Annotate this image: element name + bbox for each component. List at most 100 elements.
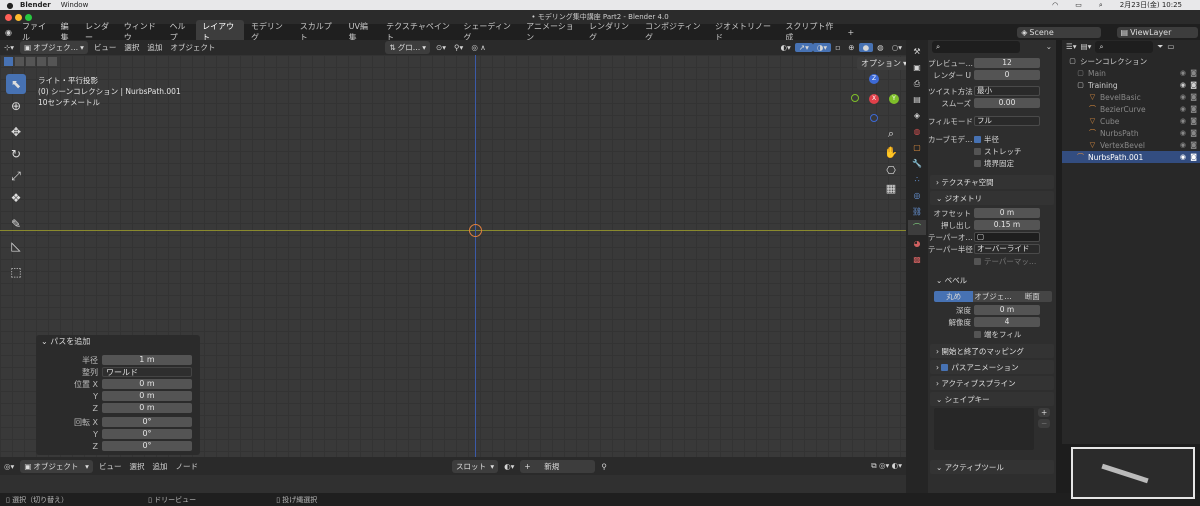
mac-app-name[interactable]: Blender xyxy=(20,1,51,9)
rotation-y-field[interactable]: 0° xyxy=(102,429,192,439)
bottom-menu-select[interactable]: 選択 xyxy=(125,461,148,472)
start-end-mapping-panel[interactable]: › 開始と終了のマッピング xyxy=(930,344,1054,358)
modifier-tab-icon[interactable]: 🔧 xyxy=(908,156,926,171)
active-spline-panel[interactable]: › アクティブスプライン xyxy=(930,376,1054,390)
outliner-search-input[interactable]: ⌕ xyxy=(1095,40,1154,53)
select-invert-icon[interactable] xyxy=(37,57,46,66)
render-tab-icon[interactable]: ▣ xyxy=(908,60,926,75)
physics-tab-icon[interactable]: ◎ xyxy=(908,188,926,203)
slot-dropdown[interactable]: スロット ▾ xyxy=(451,459,499,473)
scene-selector[interactable]: ◈ Scene xyxy=(1017,26,1101,38)
gizmo-toggle-icon[interactable]: ↗▾ xyxy=(794,43,813,52)
outliner-row-scene-collection[interactable]: ▢ シーンコレクション xyxy=(1062,55,1200,67)
eye-icon[interactable]: ◉ xyxy=(1180,129,1186,137)
world-tab-icon[interactable]: ◍ xyxy=(908,124,926,139)
offset-field[interactable]: 0 m xyxy=(974,208,1040,218)
transform-orientation-dropdown[interactable]: ⇅ グロ… ▾ xyxy=(385,41,430,54)
object-tab-icon[interactable]: ▢ xyxy=(908,140,926,155)
overlay-toggle-icon[interactable]: ◑▾ xyxy=(812,43,832,52)
bottom-mode-dropdown[interactable]: ▣ オブジェクト ▾ xyxy=(20,459,93,473)
remove-shape-key-icon[interactable]: − xyxy=(1038,419,1051,428)
taper-map-checkbox[interactable]: テーパーマッ… xyxy=(974,256,1036,267)
select-extend-icon[interactable] xyxy=(15,57,24,66)
add-workspace-icon[interactable]: + xyxy=(843,28,860,37)
extrude-field[interactable]: 0.15 m xyxy=(974,220,1040,230)
visibility-icon[interactable]: ◐▾ xyxy=(777,43,795,52)
3d-cursor-icon[interactable] xyxy=(469,224,482,237)
select-box-tool-icon[interactable]: ⬉ xyxy=(6,74,26,94)
eye-icon[interactable]: ◉ xyxy=(1180,105,1186,113)
outliner-row-training[interactable]: ▢ Training ◉ ◙ xyxy=(1062,79,1200,91)
select-intersect-icon[interactable] xyxy=(48,57,57,66)
menu-select[interactable]: 選択 xyxy=(120,42,143,53)
gizmo-neg-y[interactable] xyxy=(851,94,859,102)
fill-caps-checkbox[interactable]: 端をフィル xyxy=(974,329,1021,340)
close-window-button[interactable] xyxy=(5,14,12,21)
menu-add[interactable]: 追加 xyxy=(143,42,166,53)
viewlayer-selector[interactable]: ▤ ViewLayer xyxy=(1116,26,1199,38)
material-browse-icon[interactable]: ◐▾ xyxy=(500,462,518,471)
transform-tool-icon[interactable]: ❖ xyxy=(6,188,26,208)
scale-tool-icon[interactable]: ⤢ xyxy=(6,166,26,186)
wifi-icon[interactable]: ◠ xyxy=(1052,1,1058,9)
shader-editor-area[interactable] xyxy=(0,475,906,493)
particles-tab-icon[interactable]: ∴ xyxy=(908,172,926,187)
data-tab-icon[interactable]: ⌒ xyxy=(908,220,926,235)
operator-panel-header[interactable]: ⌄ パスを追加 xyxy=(36,335,200,348)
taper-object-field[interactable]: ▢ xyxy=(974,232,1040,242)
mode-dropdown[interactable]: ▣ オブジェク… ▾ xyxy=(20,41,88,54)
material-tab-icon[interactable]: ◕ xyxy=(908,236,926,251)
properties-search-input[interactable]: ⌕ xyxy=(932,40,1020,53)
radius-checkbox[interactable]: 半径 xyxy=(974,134,999,145)
constraints-tab-icon[interactable]: ⛓ xyxy=(908,204,926,219)
blender-logo-icon[interactable]: ◉ xyxy=(0,28,17,37)
taper-radius-dropdown[interactable]: オーバーライド xyxy=(974,244,1040,254)
solid-shading-icon[interactable]: ● xyxy=(858,43,874,52)
camera-icon[interactable]: ◙ xyxy=(1190,153,1197,161)
tool-tab-icon[interactable]: ⚒ xyxy=(908,44,926,59)
output-tab-icon[interactable]: ⎙ xyxy=(908,76,926,91)
outliner-row-nurbspath[interactable]: ⌒ NurbsPath ◉ ◙ xyxy=(1062,127,1200,139)
move-tool-icon[interactable]: ✥ xyxy=(6,122,26,142)
camera-icon[interactable]: ◙ xyxy=(1190,69,1197,77)
grid-ortho-icon[interactable]: ▦ xyxy=(884,181,898,195)
cursor-tool-icon[interactable]: ⊕ xyxy=(6,96,26,116)
eye-icon[interactable]: ◉ xyxy=(1180,153,1186,161)
location-y-field[interactable]: 0 m xyxy=(102,391,192,401)
eye-icon[interactable]: ◉ xyxy=(1180,141,1186,149)
eye-icon[interactable]: ◉ xyxy=(1180,93,1186,101)
shape-keys-list[interactable] xyxy=(934,408,1034,450)
rotate-tool-icon[interactable]: ↻ xyxy=(6,144,26,164)
outliner-row-vertexbevel[interactable]: ▽ VertexBevel ◉ ◙ xyxy=(1062,139,1200,151)
wireframe-shading-icon[interactable]: ⊕ xyxy=(844,43,858,52)
mac-window-menu[interactable]: Window xyxy=(61,1,89,9)
eye-icon[interactable]: ◉ xyxy=(1180,81,1186,89)
bevel-profile-tab[interactable]: 断面 xyxy=(1012,291,1052,302)
snap-icon[interactable]: ⚲▾ xyxy=(450,43,467,52)
align-dropdown[interactable]: ワールド xyxy=(102,367,192,377)
camera-icon[interactable]: ◙ xyxy=(1190,129,1197,137)
path-animation-panel[interactable]: › パスアニメーション xyxy=(930,360,1054,374)
bounds-clamp-checkbox[interactable]: 境界固定 xyxy=(974,158,1014,169)
twist-method-dropdown[interactable]: 最小 xyxy=(974,86,1040,96)
bevel-round-tab[interactable]: 丸め xyxy=(934,291,974,302)
annotate-tool-icon[interactable]: ✎ xyxy=(6,214,26,234)
bevel-object-tab[interactable]: オブジェ… xyxy=(973,291,1013,302)
stretch-checkbox[interactable]: ストレッチ xyxy=(974,146,1022,157)
hand-pan-icon[interactable]: ✋ xyxy=(884,145,898,159)
options-dropdown[interactable]: オプション ▾ xyxy=(857,57,912,70)
gizmo-y-axis[interactable]: Y xyxy=(889,94,899,104)
smooth-field[interactable]: 0.00 xyxy=(974,98,1040,108)
render-u-field[interactable]: 0 xyxy=(974,70,1040,80)
preview-u-field[interactable]: 12 xyxy=(974,58,1040,68)
battery-icon[interactable]: ▭ xyxy=(1075,1,1082,9)
rendered-shading-icon[interactable]: ○▾ xyxy=(888,43,906,52)
eye-icon[interactable]: ◉ xyxy=(1180,117,1186,125)
navigation-gizmo[interactable]: Z X Y xyxy=(849,74,899,124)
resolution-field[interactable]: 4 xyxy=(974,317,1040,327)
camera-icon[interactable]: ⎔ xyxy=(884,163,898,177)
active-tool-panel[interactable]: ⌄ アクティブツール xyxy=(930,460,1054,474)
select-subtract-icon[interactable] xyxy=(26,57,35,66)
camera-icon[interactable]: ◙ xyxy=(1190,117,1197,125)
bottom-menu-add[interactable]: 追加 xyxy=(148,461,171,472)
